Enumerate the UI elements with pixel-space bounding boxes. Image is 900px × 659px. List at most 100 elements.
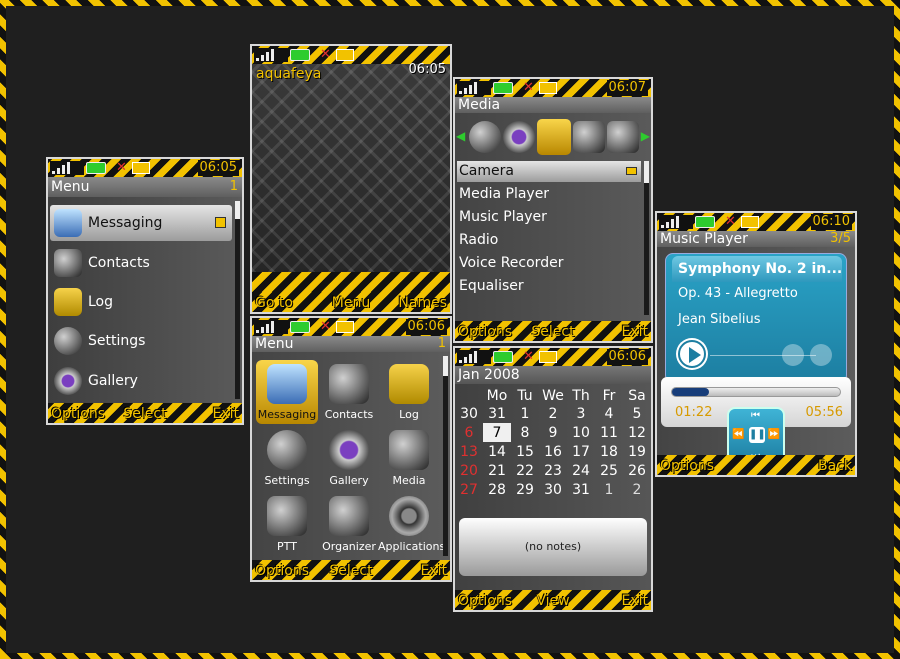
day-cell[interactable]: 14 xyxy=(483,442,511,461)
menu-item-gallery[interactable]: Gallery xyxy=(50,363,232,399)
day-cell[interactable]: 31 xyxy=(483,404,511,423)
grid-item-contacts[interactable]: Contacts xyxy=(318,360,380,424)
grid-item-settings[interactable]: Settings xyxy=(256,426,318,490)
battery-icon xyxy=(86,162,106,174)
softkey-right[interactable]: Exit xyxy=(420,563,447,579)
grid-item-media[interactable]: Media xyxy=(378,426,440,490)
day-cell[interactable]: 21 xyxy=(483,461,511,480)
skip-back-icon[interactable]: ⏮ xyxy=(751,410,760,421)
grid-item-messaging[interactable]: Messaging xyxy=(256,360,318,424)
menu-item-log[interactable]: Log xyxy=(50,284,232,320)
day-cell[interactable]: 27 xyxy=(455,480,483,499)
scrollbar[interactable] xyxy=(443,356,448,556)
day-cell[interactable]: 18 xyxy=(595,442,623,461)
softkey-left[interactable]: Go to xyxy=(255,295,293,311)
day-cell[interactable]: 5 xyxy=(623,404,651,423)
title-bar: Menu 1 xyxy=(252,336,450,352)
list-item-media-player[interactable]: Media Player xyxy=(457,184,549,205)
softkey-left[interactable]: Options xyxy=(51,406,105,422)
pause-button[interactable]: ❚❚ xyxy=(749,427,766,443)
day-cell[interactable]: 2 xyxy=(623,480,651,499)
day-cell[interactable]: 8 xyxy=(511,423,539,442)
ptt-icon xyxy=(573,121,605,153)
day-cell[interactable]: 24 xyxy=(567,461,595,480)
page-index: 1 xyxy=(229,179,238,194)
progress-track[interactable] xyxy=(671,387,841,397)
day-cell[interactable]: 10 xyxy=(567,423,595,442)
day-cell[interactable]: 23 xyxy=(539,461,567,480)
menu-item-contacts[interactable]: Contacts xyxy=(50,245,232,281)
arrow-left-icon[interactable]: ◀ xyxy=(456,129,465,143)
softkey-left[interactable]: Options xyxy=(255,563,309,579)
grid-item-label: Messaging xyxy=(257,408,317,421)
day-cell[interactable]: 28 xyxy=(483,480,511,499)
grid-item-organizer[interactable]: Organizer xyxy=(318,492,380,556)
menu-item-messaging[interactable]: Messaging xyxy=(50,205,232,241)
softkey-left[interactable]: Options xyxy=(458,593,512,609)
day-cell[interactable]: 9 xyxy=(539,423,567,442)
day-cell[interactable]: 30 xyxy=(455,404,483,423)
day-cell[interactable]: 25 xyxy=(595,461,623,480)
softkey-center[interactable]: Select xyxy=(531,324,574,340)
day-cell[interactable]: 29 xyxy=(511,480,539,499)
day-cell[interactable]: 15 xyxy=(511,442,539,461)
arrow-right-icon[interactable]: ▶ xyxy=(641,129,650,143)
softkey-left[interactable]: Options xyxy=(458,324,512,340)
day-cell[interactable]: 4 xyxy=(595,404,623,423)
grid-item-log[interactable]: Log xyxy=(378,360,440,424)
icon-carousel[interactable]: ◀ ▶ xyxy=(455,117,651,157)
softkey-right[interactable]: Exit xyxy=(621,324,648,340)
notes-panel[interactable]: (no notes) xyxy=(459,518,647,576)
grid-item-ptt[interactable]: PTT xyxy=(256,492,318,556)
day-cell[interactable]: 20 xyxy=(455,461,483,480)
softkey-right[interactable]: Back xyxy=(818,458,852,474)
day-cell[interactable]: 22 xyxy=(511,461,539,480)
day-cell[interactable]: 30 xyxy=(539,480,567,499)
grid-item-gallery[interactable]: Gallery xyxy=(318,426,380,490)
messaging-icon xyxy=(267,364,307,404)
softkey-right[interactable]: Exit xyxy=(212,406,239,422)
list-item-equaliser[interactable]: Equaliser xyxy=(457,276,524,297)
scrollbar[interactable] xyxy=(644,161,649,315)
day-cell[interactable]: 3 xyxy=(567,404,595,423)
list-item-camera[interactable]: Camera xyxy=(457,161,641,182)
day-cell-selected[interactable]: 7 xyxy=(483,423,511,442)
day-cell[interactable]: 1 xyxy=(595,480,623,499)
menu-item-settings[interactable]: Settings xyxy=(50,323,232,359)
day-cell[interactable]: 11 xyxy=(595,423,623,442)
list-item-radio[interactable]: Radio xyxy=(457,230,498,251)
grid-item-applications[interactable]: Applications xyxy=(378,492,445,556)
weekday-label: Tu xyxy=(517,388,533,404)
softkey-center[interactable]: Menu xyxy=(332,295,370,311)
softkey-right[interactable]: Names xyxy=(398,295,447,311)
day-cell[interactable]: 6 xyxy=(455,423,483,442)
day-cell[interactable]: 12 xyxy=(623,423,651,442)
mute-icon: ✕ xyxy=(116,160,127,175)
operator-name: aquafeya xyxy=(256,66,322,82)
softkey-right[interactable]: Exit xyxy=(621,593,648,609)
week-row: 13 14 15 16 17 18 19 xyxy=(455,442,651,461)
day-cell[interactable]: 1 xyxy=(511,404,539,423)
weekday-label: Th xyxy=(572,388,590,404)
day-cell[interactable]: 31 xyxy=(567,480,595,499)
gear-icon xyxy=(469,121,501,153)
day-cell[interactable]: 2 xyxy=(539,404,567,423)
fast-forward-icon[interactable]: ⏩ xyxy=(768,429,780,440)
play-button[interactable] xyxy=(678,340,706,368)
menu-item-label: Log xyxy=(88,294,114,310)
day-cell[interactable]: 19 xyxy=(623,442,651,461)
softkey-left[interactable]: Options xyxy=(660,458,714,474)
day-cell[interactable]: 26 xyxy=(623,461,651,480)
day-cell[interactable]: 13 xyxy=(455,442,483,461)
scrollbar[interactable] xyxy=(235,201,240,399)
list-item-voice-recorder[interactable]: Voice Recorder xyxy=(457,253,563,274)
signal-icon xyxy=(254,320,288,334)
rewind-icon[interactable]: ⏪ xyxy=(732,429,744,440)
day-cell[interactable]: 16 xyxy=(539,442,567,461)
softkey-center[interactable]: Select xyxy=(123,406,166,422)
list-item-music-player[interactable]: Music Player xyxy=(457,207,547,228)
day-cell[interactable]: 17 xyxy=(567,442,595,461)
softkey-center[interactable]: View xyxy=(536,593,569,609)
softkey-center[interactable]: Select xyxy=(329,563,372,579)
settings-gear-icon xyxy=(267,430,307,470)
